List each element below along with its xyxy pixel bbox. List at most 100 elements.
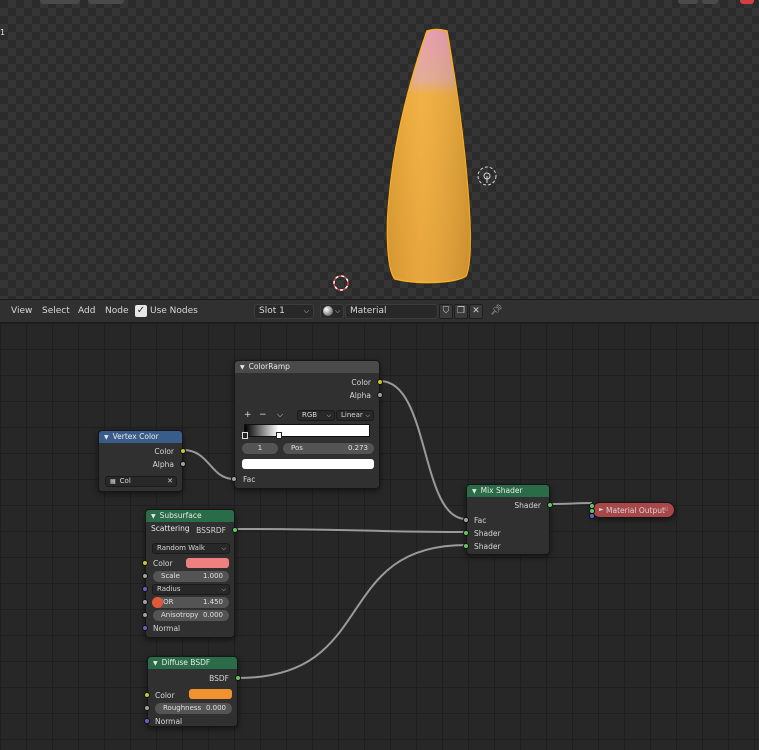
input-ior-socket[interactable] <box>142 599 148 605</box>
input-roughness-socket[interactable] <box>144 705 150 711</box>
input-normal-socket[interactable] <box>142 625 148 631</box>
collapse-triangle-icon[interactable]: ▼ <box>240 364 245 371</box>
ramp-stop-1[interactable] <box>276 432 282 439</box>
collapse-triangle-icon[interactable]: ▼ <box>151 513 156 520</box>
output-bsdf-socket[interactable] <box>235 675 241 681</box>
stop-position-field[interactable]: Pos 0.273 <box>283 443 374 454</box>
fake-user-shield-icon[interactable]: ⛉ <box>439 304 453 319</box>
vertex-color-node[interactable]: ▼ Vertex Color Color Alpha ▦ Col ✕ <box>98 430 186 492</box>
vertex-color-icon: ▦ <box>110 478 116 485</box>
interpolation-value: Linear <box>341 411 363 419</box>
anisotropy-field[interactable]: Anisotropy 0.000 <box>153 610 229 621</box>
color-ramp-gradient[interactable] <box>244 424 370 437</box>
collapse-triangle-icon[interactable]: ▼ <box>153 660 158 667</box>
input-radius-socket[interactable] <box>142 586 148 592</box>
clear-icon[interactable]: ✕ <box>167 477 173 486</box>
3d-viewport[interactable]: 1 <box>0 0 759 299</box>
menu-view[interactable]: View <box>11 306 32 316</box>
input-shader2-label: Shader <box>474 542 501 551</box>
expand-triangle-icon[interactable]: ► <box>599 506 604 513</box>
chevron-down-icon: ⌵ <box>221 545 226 552</box>
roughness-field[interactable]: Roughness 0.000 <box>155 703 232 714</box>
mix-shader-node[interactable]: ▼ Mix Shader Shader Fac Shader Shader <box>463 484 553 555</box>
output-color-label: Color <box>154 447 174 456</box>
output-alpha-socket[interactable] <box>377 392 383 398</box>
output-bsdf-label: BSDF <box>209 674 229 683</box>
node-title: Mix Shader <box>480 486 523 495</box>
output-color-socket[interactable] <box>180 448 186 454</box>
scale-field[interactable]: Scale 1.000 <box>153 571 229 582</box>
stop-color-swatch[interactable] <box>242 459 374 469</box>
chevron-down-icon: ⌵ <box>303 307 309 315</box>
input-displacement-socket[interactable] <box>589 513 595 519</box>
active-stop-index[interactable]: 1 <box>242 443 278 454</box>
input-shader2-socket[interactable] <box>463 543 469 549</box>
node-title: Vertex Color <box>112 432 159 441</box>
use-nodes-checkbox[interactable]: ✓ <box>135 305 147 317</box>
interpolation-dropdown[interactable]: Linear ⌵ <box>336 410 374 421</box>
node-editor-canvas[interactable]: ▼ ColorRamp Color Alpha + − ⌵ RGB ⌵ Linear… <box>0 323 759 750</box>
output-shader-socket[interactable] <box>547 502 553 508</box>
diffuse-bsdf-node[interactable]: ▼ Diffuse BSDF BSDF Color Roughness 0.000 … <box>144 656 241 727</box>
node-header[interactable]: ▼ Vertex Color <box>99 431 182 443</box>
stop-index-value: 1 <box>257 444 263 452</box>
output-alpha-label: Alpha <box>152 460 174 469</box>
input-color-socket[interactable] <box>142 560 148 566</box>
menu-node[interactable]: Node <box>105 306 129 316</box>
diffuse-color-swatch[interactable] <box>189 689 232 699</box>
material-output-node[interactable]: ► Material Output ⁞⁞ <box>589 502 675 519</box>
ior-field[interactable]: IOR 1.450 <box>153 597 229 608</box>
color-mode-dropdown[interactable]: RGB ⌵ <box>297 410 335 421</box>
material-sphere-icon <box>323 305 333 316</box>
node-title: Diffuse BSDF <box>161 658 211 667</box>
material-browse-button[interactable]: ⌵ <box>320 304 344 319</box>
ramp-menu-button[interactable]: ⌵ <box>277 410 283 420</box>
output-bssrdf-socket[interactable] <box>232 527 238 533</box>
input-scale-socket[interactable] <box>142 573 148 579</box>
node-header[interactable]: ▼ Diffuse BSDF <box>148 657 237 669</box>
input-shader1-socket[interactable] <box>463 530 469 536</box>
menu-select[interactable]: Select <box>42 306 70 316</box>
3d-cursor <box>333 275 349 291</box>
output-alpha-label: Alpha <box>349 391 371 400</box>
input-normal-socket[interactable] <box>144 718 150 724</box>
subsurface-scattering-node[interactable]: ▼ Subsurface Scattering BSSRDF Random Wal… <box>142 509 238 638</box>
input-normal-label: Normal <box>153 624 181 633</box>
duplicate-material-icon[interactable]: ❐ <box>454 304 468 319</box>
add-stop-button[interactable]: + <box>244 410 252 420</box>
menu-add[interactable]: Add <box>78 306 95 316</box>
input-normal-label: Normal <box>155 717 183 726</box>
radius-field[interactable]: Radius ⌵ <box>152 584 230 595</box>
ior-value: 1.450 <box>202 598 223 606</box>
unlink-material-icon[interactable]: ✕ <box>469 304 483 319</box>
node-header[interactable]: ▼ Subsurface Scattering <box>146 510 234 533</box>
input-anisotropy-socket[interactable] <box>142 612 148 618</box>
input-fac-label: Fac <box>474 516 487 525</box>
vertex-color-layer-field[interactable]: ▦ Col ✕ <box>105 476 177 487</box>
input-fac-socket[interactable] <box>231 476 237 482</box>
grip-icon[interactable]: ⁞⁞ <box>664 506 668 513</box>
node-header[interactable]: ▼ ColorRamp <box>235 361 379 373</box>
ramp-stop-0[interactable] <box>242 432 248 439</box>
node-editor-header: View Select Add Node ✓ Use Nodes Slot 1 … <box>0 299 759 323</box>
collapse-triangle-icon[interactable]: ▼ <box>104 434 109 441</box>
material-name-field[interactable]: Material <box>345 304 438 319</box>
viewport-scene <box>333 28 497 291</box>
scale-value: 1.000 <box>202 572 223 580</box>
input-shader1-label: Shader <box>474 529 501 538</box>
colorramp-node[interactable]: ▼ ColorRamp Color Alpha + − ⌵ RGB ⌵ Linear… <box>231 360 383 489</box>
input-fac-socket[interactable] <box>463 517 469 523</box>
input-color-socket[interactable] <box>144 692 150 698</box>
slot-value: Slot 1 <box>259 306 285 316</box>
sss-method-dropdown[interactable]: Random Walk ⌵ <box>152 543 230 554</box>
chevron-down-icon: ⌵ <box>221 586 226 593</box>
output-alpha-socket[interactable] <box>180 461 186 467</box>
sss-color-swatch[interactable] <box>186 558 229 568</box>
remove-stop-button[interactable]: − <box>259 410 267 420</box>
slot-dropdown[interactable]: Slot 1 ⌵ <box>254 304 314 319</box>
pin-icon[interactable]: 📌︎ <box>490 305 503 316</box>
color-mode-value: RGB <box>302 411 318 419</box>
output-color-socket[interactable] <box>377 379 383 385</box>
collapse-triangle-icon[interactable]: ▼ <box>472 488 477 495</box>
node-header[interactable]: ▼ Mix Shader <box>467 485 549 497</box>
